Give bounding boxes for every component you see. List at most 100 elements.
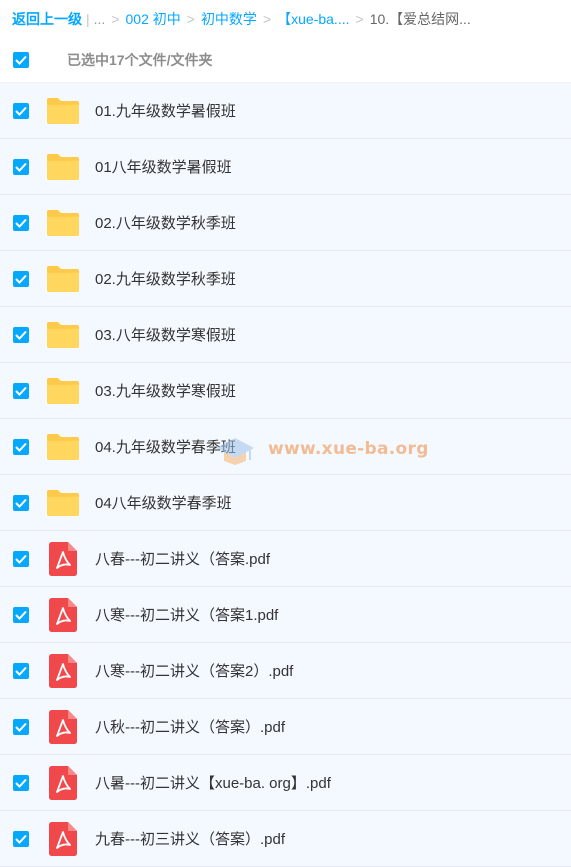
file-name[interactable]: 九春---初三讲义（答案）.pdf [95, 828, 285, 849]
file-row[interactable]: 九春---初三讲义（答案）.pdf [0, 811, 571, 867]
checkmark-icon [15, 778, 27, 788]
pdf-icon-wrap [46, 821, 80, 856]
folder-icon-wrap [46, 94, 80, 128]
folder-icon [47, 265, 79, 292]
pdf-icon-wrap [46, 541, 80, 576]
checkmark-icon [15, 55, 27, 65]
file-name[interactable]: 01.九年级数学暑假班 [95, 100, 236, 121]
select-all-checkbox[interactable] [13, 52, 29, 68]
folder-icon-wrap [46, 150, 80, 184]
checkmark-icon [15, 834, 27, 844]
breadcrumb-item-math[interactable]: 初中数学 [201, 9, 257, 29]
pdf-icon-wrap [46, 597, 80, 632]
selection-count-label: 已选中17个文件/文件夹 [67, 52, 213, 68]
checkmark-icon [15, 218, 27, 228]
folder-icon-wrap [46, 486, 80, 520]
breadcrumb-separator: > [111, 11, 120, 27]
pdf-icon [49, 709, 77, 744]
folder-icon-wrap [46, 374, 80, 408]
folder-row[interactable]: 02.八年级数学秋季班 [0, 195, 571, 251]
folder-row[interactable]: 04八年级数学春季班 [0, 475, 571, 531]
file-name[interactable]: 八秋---初二讲义（答案）.pdf [95, 716, 285, 737]
back-link[interactable]: 返回上一级 [12, 9, 82, 29]
row-checkbox[interactable] [13, 550, 29, 567]
selection-bar: 已选中17个文件/文件夹 [0, 38, 571, 83]
file-list: 01.九年级数学暑假班 01八年级数学暑假班 02.八年级数学秋季班 02.九年级数学… [0, 83, 571, 867]
pdf-icon-wrap [46, 709, 80, 744]
file-row[interactable]: 八寒---初二讲义（答案1.pdf [0, 587, 571, 643]
checkmark-icon [15, 386, 27, 396]
folder-icon-wrap [46, 206, 80, 240]
file-name[interactable]: 04八年级数学春季班 [95, 492, 232, 513]
pdf-icon [49, 653, 77, 688]
checkmark-icon [15, 666, 27, 676]
file-name[interactable]: 01八年级数学暑假班 [95, 156, 232, 177]
checkmark-icon [15, 554, 27, 564]
checkmark-icon [15, 330, 27, 340]
breadcrumb-separator: > [186, 11, 195, 27]
file-name[interactable]: 八寒---初二讲义（答案2）.pdf [95, 660, 293, 681]
folder-icon-wrap [46, 262, 80, 296]
folder-icon-wrap [46, 318, 80, 352]
row-checkbox[interactable] [13, 606, 29, 623]
folder-row[interactable]: 01.九年级数学暑假班 [0, 83, 571, 139]
folder-icon [47, 321, 79, 348]
file-row[interactable]: 八秋---初二讲义（答案）.pdf [0, 699, 571, 755]
breadcrumb-separator: > [262, 11, 272, 27]
row-checkbox[interactable] [13, 382, 29, 399]
folder-row[interactable]: 01八年级数学暑假班 [0, 139, 571, 195]
row-checkbox[interactable] [13, 774, 29, 791]
checkmark-icon [15, 722, 27, 732]
breadcrumb-ellipsis[interactable]: ... [94, 11, 106, 27]
checkmark-icon [15, 442, 27, 452]
checkmark-icon [15, 610, 27, 620]
row-checkbox[interactable] [13, 214, 29, 231]
breadcrumb-divider: | [86, 11, 90, 27]
file-name[interactable]: 02.八年级数学秋季班 [95, 212, 236, 233]
file-row[interactable]: 八暑---初二讲义【xue-ba. org】.pdf [0, 755, 571, 811]
pdf-icon [49, 597, 77, 632]
checkmark-icon [15, 498, 27, 508]
breadcrumb-current: 10.【爱总结网... [369, 11, 471, 27]
checkmark-icon [15, 274, 27, 284]
folder-icon [47, 489, 79, 516]
file-name[interactable]: 八春---初二讲义（答案.pdf [95, 548, 270, 569]
breadcrumb-item-002[interactable]: 002 初中 [126, 9, 181, 29]
pdf-icon-wrap [46, 653, 80, 688]
folder-icon [47, 97, 79, 124]
folder-icon [47, 377, 79, 404]
file-name[interactable]: 04.九年级数学春季班 [95, 436, 236, 457]
row-checkbox[interactable] [13, 718, 29, 735]
pdf-icon [49, 541, 77, 576]
file-name[interactable]: 八寒---初二讲义（答案1.pdf [95, 604, 278, 625]
folder-icon-wrap [46, 430, 80, 464]
row-checkbox[interactable] [13, 270, 29, 287]
file-name[interactable]: 03.八年级数学寒假班 [95, 324, 236, 345]
row-checkbox[interactable] [13, 438, 29, 455]
file-name[interactable]: 02.九年级数学秋季班 [95, 268, 236, 289]
row-checkbox[interactable] [13, 830, 29, 847]
pdf-icon [49, 821, 77, 856]
folder-row[interactable]: 03.八年级数学寒假班 [0, 307, 571, 363]
file-row[interactable]: 八春---初二讲义（答案.pdf [0, 531, 571, 587]
folder-icon [47, 209, 79, 236]
breadcrumb-item-xueba[interactable]: 【xue-ba.... [277, 9, 349, 29]
folder-icon [47, 153, 79, 180]
file-name[interactable]: 03.九年级数学寒假班 [95, 380, 236, 401]
row-checkbox[interactable] [13, 662, 29, 679]
row-checkbox[interactable] [13, 326, 29, 343]
breadcrumb: 返回上一级 | ... > 002 初中 > 初中数学 > 【xue-ba...… [0, 0, 571, 38]
row-checkbox[interactable] [13, 102, 29, 119]
folder-row[interactable]: 02.九年级数学秋季班 [0, 251, 571, 307]
checkmark-icon [15, 162, 27, 172]
folder-row[interactable]: 04.九年级数学春季班 [0, 419, 571, 475]
checkmark-icon [15, 106, 27, 116]
file-name[interactable]: 八暑---初二讲义【xue-ba. org】.pdf [95, 772, 331, 793]
folder-icon [47, 433, 79, 460]
row-checkbox[interactable] [13, 494, 29, 511]
pdf-icon-wrap [46, 765, 80, 800]
folder-row[interactable]: 03.九年级数学寒假班 [0, 363, 571, 419]
breadcrumb-separator: > [355, 11, 364, 27]
row-checkbox[interactable] [13, 158, 29, 175]
file-row[interactable]: 八寒---初二讲义（答案2）.pdf [0, 643, 571, 699]
